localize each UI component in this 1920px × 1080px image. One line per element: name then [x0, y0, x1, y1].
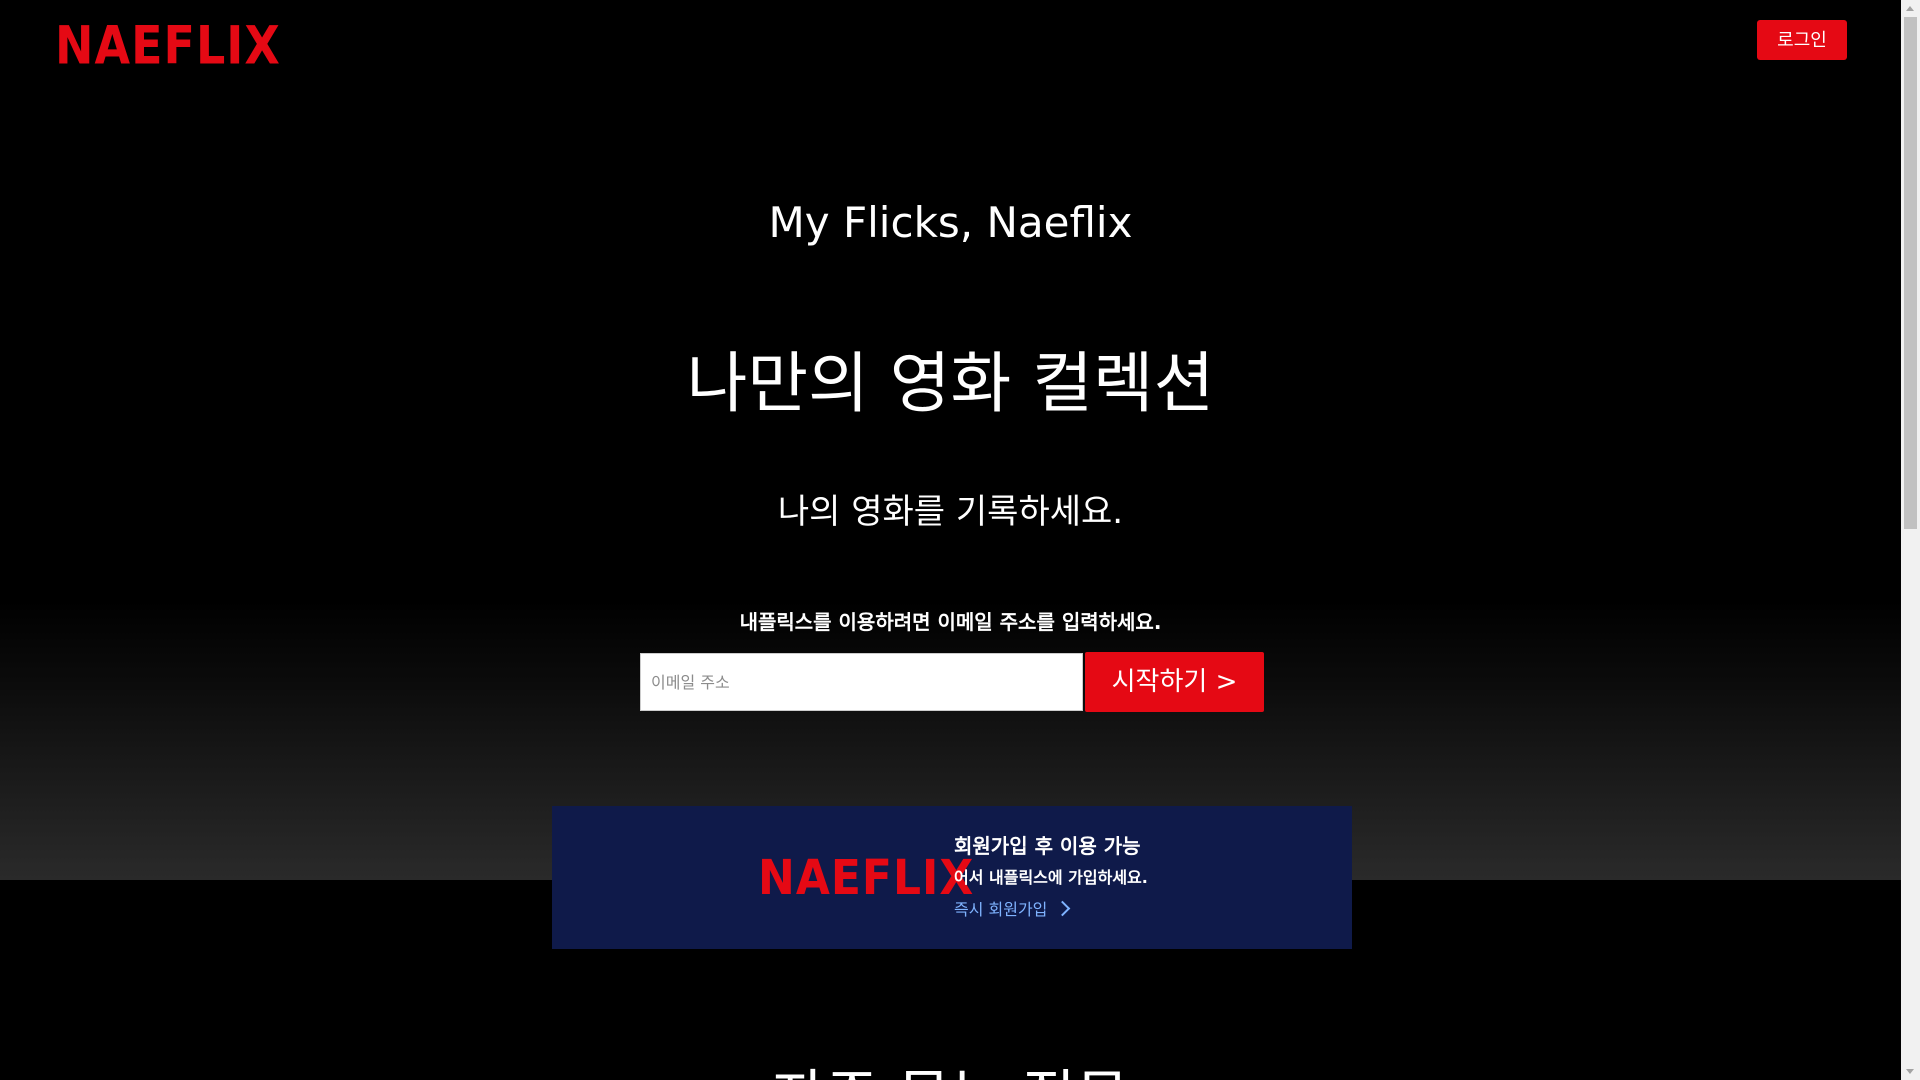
scroll-thumb[interactable] [1904, 17, 1917, 529]
vertical-scrollbar[interactable] [1901, 0, 1920, 1080]
faq-title: 자주 묻는 질문 [0, 1050, 1901, 1080]
hero-section [0, 0, 1901, 880]
login-button[interactable]: 로그인 [1757, 20, 1847, 60]
scroll-down-arrow-icon[interactable] [1901, 1063, 1920, 1080]
hero-headline: 나만의 영화 컬렉션 [686, 345, 1215, 422]
scroll-up-arrow-icon[interactable] [1901, 0, 1920, 17]
hero-tagline: My Flicks, Naeflix [768, 198, 1133, 247]
hero-subhead: 나의 영화를 기록하세요. [777, 492, 1124, 532]
chevron-right-icon [1055, 900, 1071, 916]
signup-now-link[interactable]: 즉시 회원가입 [954, 896, 1071, 920]
start-button[interactable]: 시작하기 > [1085, 652, 1264, 712]
banner-title: 회원가입 후 이용 가능 [954, 834, 1141, 858]
email-input[interactable] [640, 653, 1083, 711]
viewport: NAEFLIX 로그인 My Flicks, Naeflix 나만의 영화 컬렉… [0, 0, 1901, 1080]
page: NAEFLIX 로그인 My Flicks, Naeflix 나만의 영화 컬렉… [0, 0, 1920, 1080]
signup-banner: NAEFLIX 회원가입 후 이용 가능 어서 내플릭스에 가입하세요. 즉시 … [552, 806, 1352, 949]
signup-now-label: 즉시 회원가입 [954, 900, 1048, 919]
naeflix-logo[interactable]: NAEFLIX [55, 14, 281, 76]
banner-description: 어서 내플릭스에 가입하세요. [954, 868, 1148, 887]
email-prompt: 내플릭스를 이용하려면 이메일 주소를 입력하세요. [739, 610, 1162, 634]
banner-logo: NAEFLIX [758, 850, 975, 907]
